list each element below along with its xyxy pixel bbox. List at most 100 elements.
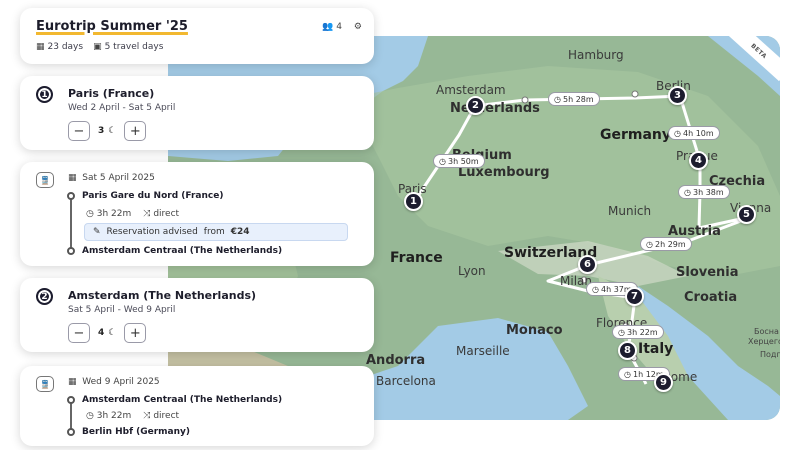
decrease-nights-button[interactable]: − bbox=[68, 121, 90, 141]
map-stop-marker[interactable]: 3 bbox=[668, 86, 687, 105]
destination-number-badge: 1 bbox=[36, 86, 53, 103]
map-label-hamburg: Hamburg bbox=[568, 48, 624, 62]
reservation-advice[interactable]: ✎ Reservation advised from €24 bbox=[84, 223, 348, 241]
map-stop-marker[interactable]: 1 bbox=[404, 192, 423, 211]
advice-text: Reservation advised bbox=[106, 227, 198, 237]
direct-icon: ⤨ bbox=[143, 209, 151, 219]
trip-title[interactable]: Eurotrip Summer '25 bbox=[36, 19, 358, 34]
settings-icon[interactable]: ⚙ bbox=[354, 22, 362, 32]
map-label-france: France bbox=[390, 250, 443, 266]
leg-duration: 3h 50m bbox=[447, 156, 479, 166]
leg-duration-pill[interactable]: ◷ 5h 28m bbox=[548, 92, 600, 106]
duration: ◷ 3h 22m bbox=[86, 209, 131, 219]
travellers-count: 4 bbox=[336, 22, 342, 32]
map-stop-marker[interactable]: 4 bbox=[689, 151, 708, 170]
map-label-italy: Italy bbox=[638, 341, 674, 357]
map-stop-marker[interactable]: 5 bbox=[737, 205, 756, 224]
map-label-germany: Germany bbox=[600, 127, 672, 143]
train-meta: ◷ 3h 22m ⤨ direct bbox=[86, 209, 179, 219]
clock-icon: ◷ bbox=[439, 156, 446, 166]
moon-icon: ☾ bbox=[108, 126, 117, 136]
map-label-andorra: Andorra bbox=[366, 353, 426, 368]
decrease-nights-button[interactable]: − bbox=[68, 323, 90, 343]
leg-duration: 5h 28m bbox=[562, 94, 594, 104]
price-value: €24 bbox=[230, 227, 250, 237]
map-label-pod: Подг bbox=[760, 350, 780, 359]
leg-duration: 4h 10m bbox=[682, 128, 714, 138]
map-label-amsterdam: Amsterdam bbox=[436, 83, 506, 97]
destination-station: Berlin Hbf (Germany) bbox=[82, 427, 191, 437]
clock-icon: ◷ bbox=[86, 209, 94, 219]
destination-dot bbox=[67, 247, 75, 255]
leg-duration-pill[interactable]: ◷ 3h 50m bbox=[433, 154, 485, 168]
map-stop-marker[interactable]: 2 bbox=[466, 96, 485, 115]
increase-nights-button[interactable]: + bbox=[124, 121, 147, 141]
train-date: ▦ Sat 5 April 2025 bbox=[68, 173, 155, 183]
leg-duration-pill[interactable]: ◷ 4h 10m bbox=[668, 126, 720, 140]
trip-days-value: 23 days bbox=[47, 42, 84, 52]
destination-name: Paris (France) bbox=[68, 87, 155, 100]
trip-meta: ▦ 23 days ▣ 5 travel days bbox=[36, 42, 358, 52]
connection-type: ⤨ direct bbox=[143, 411, 179, 421]
map-stop-marker[interactable]: 7 bbox=[625, 287, 644, 306]
map-label-munich: Munich bbox=[608, 204, 652, 218]
clock-icon: ◷ bbox=[624, 369, 631, 379]
clock-icon: ◷ bbox=[554, 94, 561, 104]
nights-value: 3 ☾ bbox=[98, 126, 116, 136]
destination-station: Amsterdam Centraal (The Netherlands) bbox=[82, 246, 283, 256]
trip-actions: 👥 4 ⚙ bbox=[322, 22, 362, 32]
leg-duration: 3h 38m bbox=[692, 187, 724, 197]
calendar-icon: ▦ bbox=[36, 42, 45, 52]
nights-count: 3 bbox=[98, 126, 105, 136]
map-label-marseille: Marseille bbox=[456, 344, 510, 358]
rail-line bbox=[70, 194, 72, 250]
trip-travel-days: ▣ 5 travel days bbox=[93, 42, 163, 52]
calendar-icon: ▦ bbox=[68, 377, 77, 387]
leg-duration: 2h 29m bbox=[654, 239, 686, 249]
origin-dot bbox=[67, 396, 75, 404]
train-meta: ◷ 3h 22m ⤨ direct bbox=[86, 411, 179, 421]
connection-type-value: direct bbox=[153, 209, 180, 219]
train-icon: 🚆 bbox=[36, 376, 54, 392]
clock-icon: ◷ bbox=[646, 239, 653, 249]
map-stop-marker[interactable]: 8 bbox=[618, 341, 637, 360]
calendar-icon: ▦ bbox=[68, 173, 77, 183]
train-date-value: Wed 9 April 2025 bbox=[82, 377, 160, 387]
price-label: from bbox=[203, 227, 225, 237]
train-connection-card[interactable]: 🚆 ▦ Wed 9 April 2025 Amsterdam Centraal … bbox=[20, 366, 374, 446]
map-label-bih2: Херцеговина bbox=[748, 337, 780, 346]
origin-station: Amsterdam Centraal (The Netherlands) bbox=[82, 395, 283, 405]
map-label-netherlands: Netherlands bbox=[450, 101, 540, 116]
clock-icon: ◷ bbox=[674, 128, 681, 138]
destination-dates: Sat 5 April - Wed 9 April bbox=[68, 305, 176, 315]
train-date: ▦ Wed 9 April 2025 bbox=[68, 377, 160, 387]
leg-duration: 3h 22m bbox=[626, 327, 658, 337]
duration: ◷ 3h 22m bbox=[86, 411, 131, 421]
destination-card[interactable]: 1 Paris (France) Wed 2 April - Sat 5 Apr… bbox=[20, 76, 374, 150]
map-label-slovenia: Slovenia bbox=[676, 265, 739, 280]
leg-duration-pill[interactable]: ◷ 3h 22m bbox=[612, 325, 664, 339]
moon-icon: ☾ bbox=[108, 328, 117, 338]
travellers-button[interactable]: 👥 4 bbox=[322, 22, 342, 32]
clock-icon: ◷ bbox=[86, 411, 94, 421]
destination-number-badge: 2 bbox=[36, 288, 53, 305]
train-icon: 🚆 bbox=[36, 172, 54, 188]
nights-value: 4 ☾ bbox=[98, 328, 116, 338]
leg-duration-pill[interactable]: ◷ 3h 38m bbox=[678, 185, 730, 199]
people-icon: 👥 bbox=[322, 22, 334, 32]
app-root: Hamburg Amsterdam Netherlands Berlin Ger… bbox=[0, 0, 800, 450]
destination-dates: Wed 2 April - Sat 5 April bbox=[68, 103, 176, 113]
leg-duration-pill[interactable]: ◷ 2h 29m bbox=[640, 237, 692, 251]
clock-icon: ◷ bbox=[684, 187, 691, 197]
map-stop-marker[interactable]: 6 bbox=[578, 255, 597, 274]
trip-days: ▦ 23 days bbox=[36, 42, 83, 52]
train-connection-card[interactable]: 🚆 ▦ Sat 5 April 2025 Paris Gare du Nord … bbox=[20, 162, 374, 266]
destination-dot bbox=[67, 428, 75, 436]
train-date-value: Sat 5 April 2025 bbox=[82, 173, 155, 183]
nights-stepper: − 4 ☾ + bbox=[68, 323, 147, 343]
destination-card[interactable]: 2 Amsterdam (The Netherlands) Sat 5 Apri… bbox=[20, 278, 374, 352]
trip-travel-days-value: 5 travel days bbox=[104, 42, 164, 52]
direct-icon: ⤨ bbox=[143, 411, 151, 421]
map-stop-marker[interactable]: 9 bbox=[654, 373, 673, 392]
increase-nights-button[interactable]: + bbox=[124, 323, 147, 343]
